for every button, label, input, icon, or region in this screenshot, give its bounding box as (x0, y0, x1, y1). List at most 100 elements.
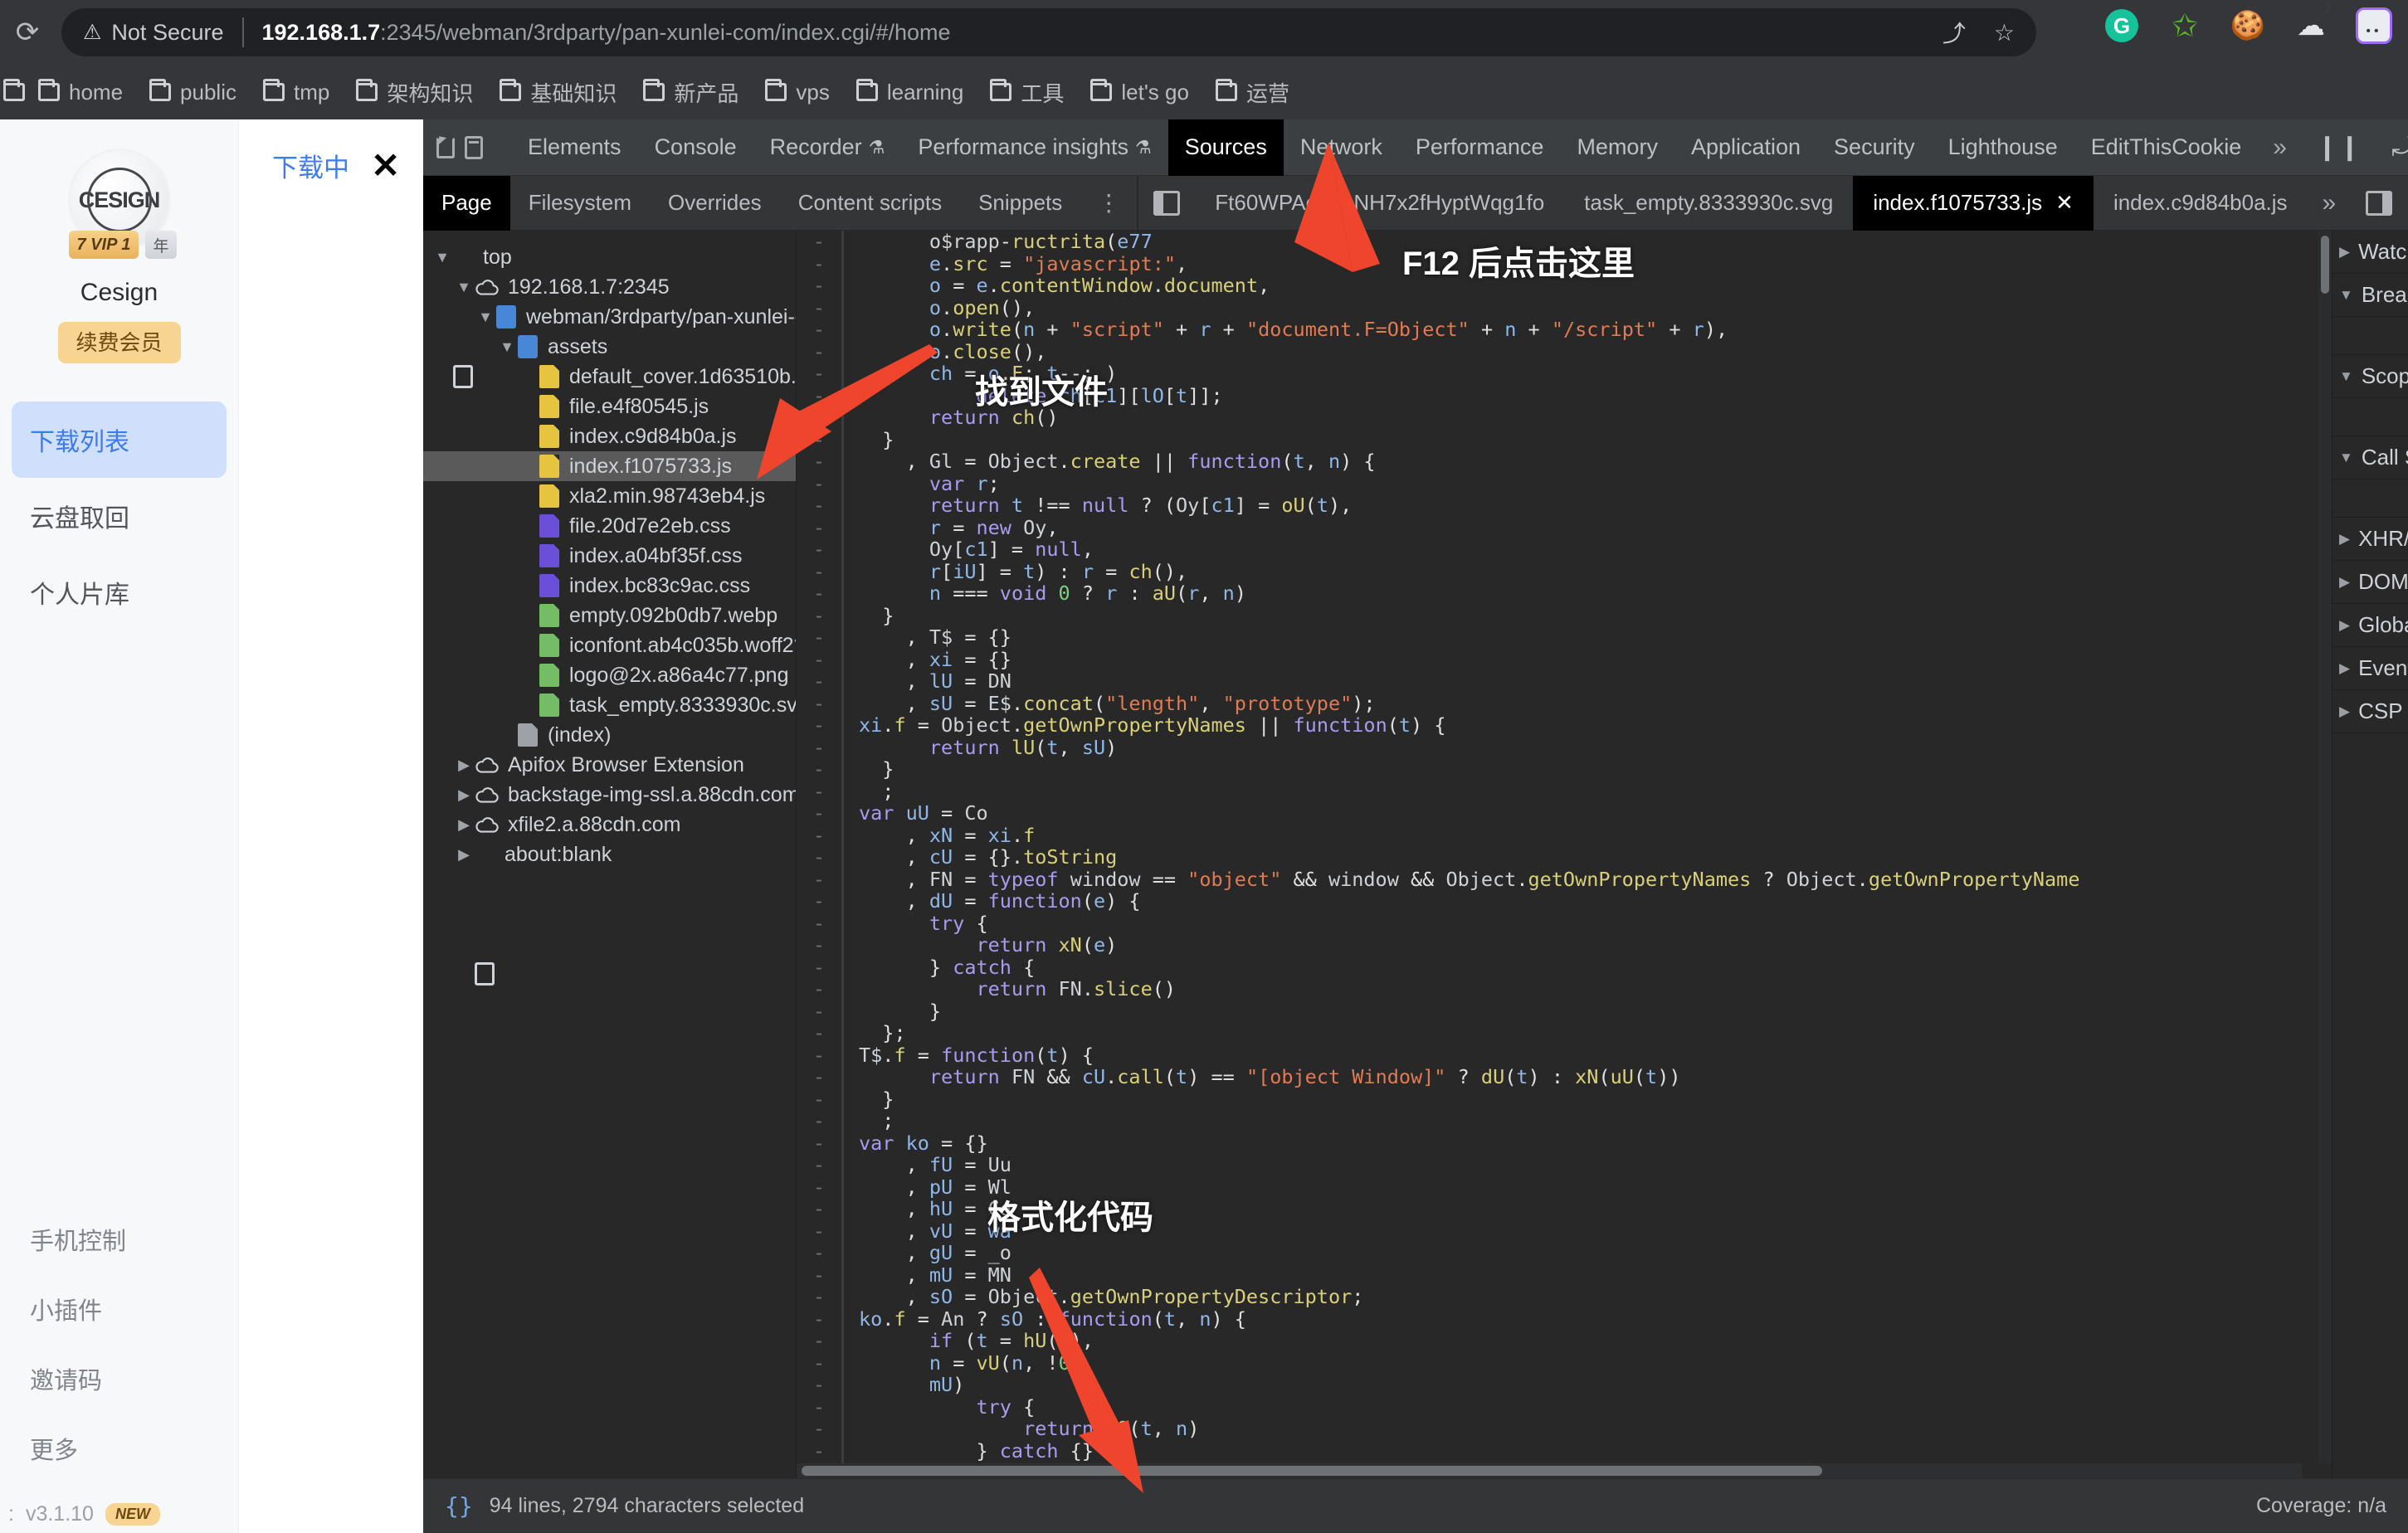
tab-recorder[interactable]: Recorder ⚗ (753, 119, 902, 176)
tab-elements[interactable]: Elements (511, 119, 638, 176)
debugger-section-scope[interactable]: ▼ Scope (2332, 355, 2408, 398)
sidebar-item-more[interactable]: 更多 (0, 1414, 239, 1483)
tab-overrides[interactable]: Overrides (650, 176, 780, 231)
chevron-right-icon[interactable]: ▶ (453, 816, 475, 834)
tree-item[interactable]: ▼ webman/3rdparty/pan-xunlei-com/index.cg… (423, 302, 796, 332)
bookmark-item-tmp[interactable]: tmp (250, 71, 343, 113)
avatar[interactable]: CESIGN 7 VIP 1 年 (57, 151, 182, 259)
tree-item[interactable]: ▼ assets (423, 332, 796, 362)
sources-navigator[interactable]: ▼ top ▼ 192.168.1.7:2345 ▼ webman/3rdparty/pa… (423, 231, 797, 1478)
bookmark-item-basics[interactable]: 基础知识 (486, 71, 630, 113)
file-tab-overflow-icon[interactable]: » (2308, 189, 2352, 217)
chevron-right-icon[interactable]: ▶ (453, 757, 475, 774)
expand-debugger-icon[interactable] (2366, 190, 2393, 216)
tab-editthiscookie[interactable]: EditThisCookie (2074, 119, 2259, 176)
tree-item[interactable]: (index) (423, 720, 796, 750)
bookmark-item-public[interactable]: public (136, 71, 250, 113)
bookmark-item-vps[interactable]: vps (752, 71, 842, 113)
debugger-section-watch[interactable]: ▶ Watch (2332, 231, 2408, 274)
tab-content-scripts[interactable]: Content scripts (780, 176, 960, 231)
star-icon[interactable]: ☆ (1994, 19, 2015, 46)
tree-item[interactable]: xla2.min.98743eb4.js (423, 481, 796, 511)
tab-application[interactable]: Application (1674, 119, 1817, 176)
tree-item[interactable]: task_empty.8333930c.svg (423, 690, 796, 720)
tab-console[interactable]: Console (638, 119, 753, 176)
debugger-section-dom-breakpoints[interactable]: ▶ DOM Breakpoints (2332, 561, 2408, 604)
security-indicator[interactable]: ⚠ Not Secure (83, 20, 224, 46)
tree-item[interactable]: ▶ about:blank (423, 840, 796, 986)
chevron-down-icon[interactable]: ▼ (475, 309, 496, 326)
panel-overflow-icon[interactable]: » (2258, 134, 2302, 162)
renew-membership-button[interactable]: 续费会员 (57, 322, 181, 363)
tab-snippets[interactable]: Snippets (960, 176, 1080, 231)
tree-item[interactable]: ▶ backstage-img-ssl.a.88cdn.com (423, 780, 796, 810)
share-icon[interactable]: ⤴ (1942, 16, 1966, 49)
tab-page[interactable]: Page (423, 175, 510, 231)
debugger-section-breakpoints[interactable]: ▼ Breakpoints (2332, 274, 2408, 317)
close-icon[interactable]: ✕ (371, 145, 400, 186)
tree-item[interactable]: file.e4f80545.js (423, 392, 796, 421)
file-tab-index-f1075733-js[interactable]: index.f1075733.js ✕ (1853, 175, 2094, 231)
bookmark-item-letsgo[interactable]: let's go (1077, 71, 1202, 113)
tree-item[interactable]: logo@2x.a86a4c77.png (423, 660, 796, 690)
debugger-section-global-listeners[interactable]: ▶ Global Listeners (2332, 604, 2408, 647)
address-bar[interactable]: ⚠ Not Secure 192.168.1.7:2345/webman/3rd… (61, 8, 2036, 56)
tab-filesystem[interactable]: Filesystem (510, 176, 650, 231)
reload-button[interactable]: ⟳ (8, 13, 46, 51)
chevron-down-icon[interactable]: ▼ (496, 338, 518, 356)
tab-downloading[interactable]: 下载中 (272, 147, 349, 184)
chevron-down-icon[interactable]: ▼ (453, 279, 475, 296)
debugger-section-event-listener-breakpoints[interactable]: ▶ Event Listener Breakpoints (2332, 647, 2408, 690)
file-tab-index-c9d84b0a-js[interactable]: index.c9d84b0a.js (2094, 176, 2308, 231)
purple-app-extension-icon[interactable]: •• (2355, 7, 2393, 45)
debugger-section-call-stack[interactable]: ▼ Call Stack (2332, 436, 2408, 479)
bookmark-item-tools[interactable]: 工具 (977, 71, 1077, 113)
sidebar-item-invite-code[interactable]: 邀请码 (0, 1344, 239, 1414)
tree-item[interactable]: file.20d7e2eb.css (423, 511, 796, 541)
sidebar-item-personal-library[interactable]: 个人片库 (0, 554, 238, 630)
tree-item[interactable]: index.a04bf35f.css (423, 541, 796, 571)
inspect-element-icon[interactable] (436, 129, 455, 167)
file-tab-ft60[interactable]: Ft60WPActfFoNH7x2fHyptWqg1fo (1195, 176, 1564, 231)
pause-script-icon[interactable]: ❙❙ (2302, 133, 2376, 162)
tree-item[interactable]: ▶ Apifox Browser Extension (423, 750, 796, 780)
tab-memory[interactable]: Memory (1560, 119, 1674, 176)
horizontal-scrollbar[interactable] (797, 1463, 2302, 1478)
chevron-right-icon[interactable]: ▶ (453, 786, 475, 804)
tree-item[interactable]: iconfont.ab4c035b.woff2?t=1649917761501 (423, 630, 796, 660)
tab-performance[interactable]: Performance (1399, 119, 1561, 176)
step-over-icon[interactable]: ⤾ (2376, 134, 2408, 162)
bookmark-item-newproducts[interactable]: 新产品 (630, 71, 752, 113)
tree-item[interactable]: ▶ xfile2.a.88cdn.com (423, 810, 796, 840)
format-code-icon[interactable]: {} (445, 1492, 473, 1520)
tree-item[interactable]: index.c9d84b0a.js (423, 421, 796, 451)
bookmark-item-ops[interactable]: 运营 (1202, 71, 1303, 113)
tab-network[interactable]: Network (1284, 119, 1399, 176)
debugger-section-csp-violation-breakpoints[interactable]: ▶ CSP Violation Breakpoints (2332, 690, 2408, 733)
bookmark-item[interactable] (3, 71, 25, 113)
bookmark-item-arch[interactable]: 架构知识 (343, 71, 486, 113)
bookmark-item-learning[interactable]: learning (843, 71, 977, 113)
tab-sources[interactable]: Sources (1167, 119, 1284, 176)
sidebar-item-download-list[interactable]: 下载列表 (12, 402, 227, 478)
tab-security[interactable]: Security (1817, 119, 1932, 176)
tree-item[interactable]: ▼ top (423, 242, 796, 388)
grammarly-extension-icon[interactable]: G (2103, 7, 2141, 45)
tree-item[interactable]: default_cover.1d63510b.js (423, 362, 796, 392)
vertical-scrollbar[interactable] (2318, 231, 2332, 1463)
tree-item[interactable]: index.bc83c9ac.css (423, 571, 796, 601)
sidebar-item-cloud-retrieve[interactable]: 云盘取回 (0, 478, 238, 554)
tree-item[interactable]: empty.092b0db7.webp (423, 601, 796, 630)
device-toolbar-icon[interactable] (465, 129, 483, 167)
editthiscookie-extension-icon[interactable]: 🍪 (2229, 7, 2267, 45)
more-options-icon[interactable]: ⋮ (1080, 191, 1137, 215)
chevron-down-icon[interactable]: ▼ (431, 249, 453, 266)
tree-item[interactable]: ▼ 192.168.1.7:2345 (423, 272, 796, 302)
close-icon[interactable]: ✕ (2055, 190, 2074, 216)
star-extension-icon[interactable]: ✩ (2166, 7, 2204, 45)
collapse-sidebar-icon[interactable] (1153, 190, 1181, 216)
bookmark-item-home[interactable]: home (25, 71, 136, 113)
aria-cloud-extension-icon[interactable]: ☁ 2 (2292, 2, 2332, 45)
tab-lighthouse[interactable]: Lighthouse (1932, 119, 2074, 176)
chevron-right-icon[interactable]: ▶ (453, 846, 475, 864)
